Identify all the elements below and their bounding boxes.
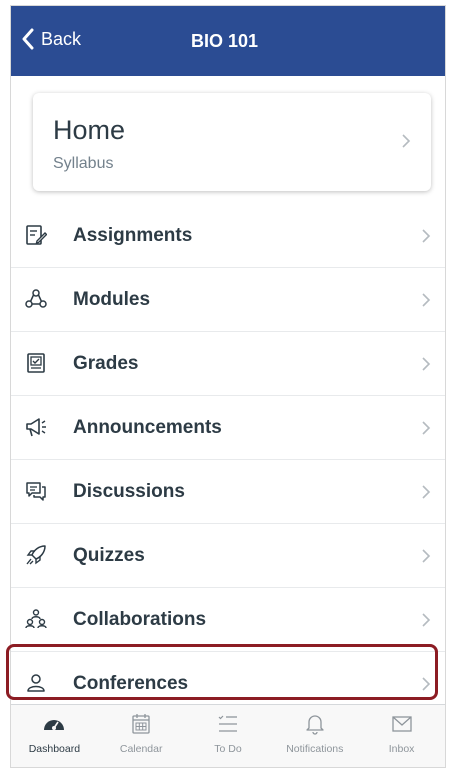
menu-item-grades[interactable]: Grades <box>11 332 445 396</box>
discussions-icon <box>26 482 46 501</box>
todo-icon <box>218 715 237 732</box>
menu-item-label: Assignments <box>73 225 193 246</box>
tab-label: To Do <box>214 743 242 755</box>
menu-item-label: Modules <box>73 289 151 310</box>
tab-inbox[interactable]: Inbox <box>358 705 445 767</box>
tab-todo[interactable]: To Do <box>185 705 272 767</box>
modules-icon <box>25 289 47 308</box>
menu-item-assignments[interactable]: Assignments <box>11 204 445 268</box>
menu-item-announcements[interactable]: Announcements <box>11 396 445 460</box>
chevron-right-icon <box>422 485 431 499</box>
chevron-right-icon <box>422 357 431 371</box>
chevron-right-icon <box>422 229 431 243</box>
home-subtitle: Syllabus <box>53 155 114 172</box>
tab-label: Dashboard <box>28 743 81 755</box>
course-menu: Assignments Modules Grades Announcements… <box>11 204 445 716</box>
conferences-icon <box>27 674 45 692</box>
notifications-icon <box>306 715 324 735</box>
calendar-icon <box>132 714 150 734</box>
tab-label: Inbox <box>388 743 415 755</box>
dashboard-icon <box>44 720 65 730</box>
navigation-bar: Back BIO 101 <box>11 6 445 76</box>
menu-item-label: Collaborations <box>73 609 207 630</box>
tab-label: Calendar <box>119 743 163 755</box>
menu-item-label: Announcements <box>73 417 222 438</box>
menu-item-collaborations[interactable]: Collaborations <box>11 588 445 652</box>
app-screen: Back BIO 101 Home Syllabus Assignments M… <box>10 5 446 768</box>
back-button[interactable]: Back <box>21 28 81 50</box>
menu-item-quizzes[interactable]: Quizzes <box>11 524 445 588</box>
menu-item-modules[interactable]: Modules <box>11 268 445 332</box>
tab-bar: Dashboard Calendar To Do Notifications I… <box>11 704 445 767</box>
chevron-right-icon <box>422 549 431 563</box>
home-title: Home <box>53 115 126 145</box>
chevron-right-icon <box>422 293 431 307</box>
announcements-icon <box>26 418 46 437</box>
menu-item-discussions[interactable]: Discussions <box>11 460 445 524</box>
menu-item-label: Quizzes <box>73 545 145 566</box>
assignments-icon <box>26 225 47 245</box>
grades-icon <box>27 353 45 373</box>
menu-item-label: Conferences <box>73 673 189 694</box>
chevron-right-icon <box>402 134 411 148</box>
chevron-right-icon <box>422 613 431 627</box>
course-title: BIO 101 <box>191 31 259 51</box>
tab-dashboard[interactable]: Dashboard <box>11 705 98 767</box>
tab-calendar[interactable]: Calendar <box>98 705 185 767</box>
menu-item-label: Discussions <box>73 481 185 502</box>
menu-item-label: Grades <box>73 353 139 374</box>
home-card[interactable]: Home Syllabus <box>33 93 431 191</box>
chevron-left-icon <box>22 28 34 50</box>
tab-label: Notifications <box>286 743 344 755</box>
chevron-right-icon <box>422 677 431 691</box>
back-label: Back <box>41 28 82 49</box>
inbox-icon <box>391 716 412 732</box>
quizzes-icon <box>26 545 46 565</box>
collaborations-icon <box>25 609 47 629</box>
tab-notifications[interactable]: Notifications <box>271 705 358 767</box>
chevron-right-icon <box>422 421 431 435</box>
